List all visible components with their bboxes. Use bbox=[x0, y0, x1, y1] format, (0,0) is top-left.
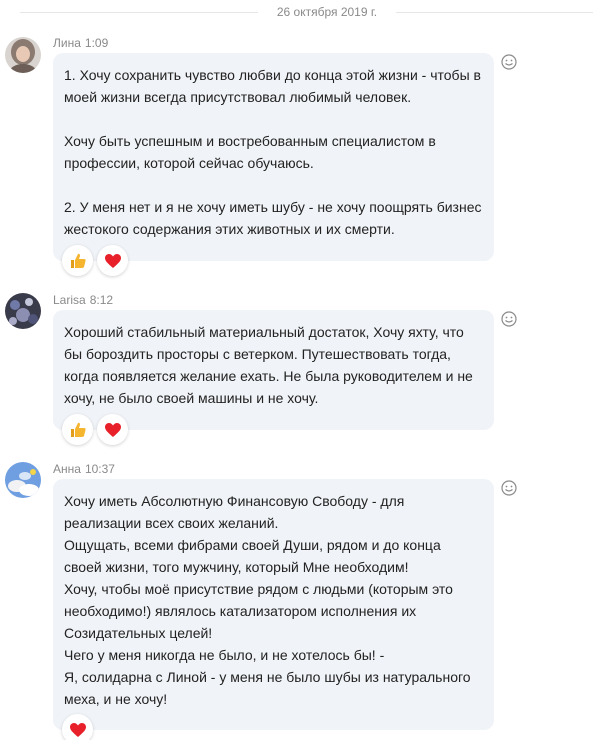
avatar[interactable] bbox=[5, 293, 41, 329]
emoji-reaction-icon[interactable] bbox=[500, 479, 518, 497]
heart-icon bbox=[104, 253, 121, 268]
reactions bbox=[62, 714, 93, 740]
reactions bbox=[62, 245, 128, 276]
thumbs-up-icon bbox=[70, 253, 86, 268]
chat-feed: 26 октября 2019 г. Лина 1:09 1. Хочу сох… bbox=[0, 0, 593, 740]
message-bubble: Хороший стабильный материальный достаток… bbox=[53, 310, 494, 430]
reaction-thumbs-up[interactable] bbox=[62, 414, 93, 445]
message-bubble: 1. Хочу сохранить чувство любви до конца… bbox=[53, 53, 494, 261]
thumbs-up-icon bbox=[70, 422, 86, 437]
emoji-reaction-icon[interactable] bbox=[500, 310, 518, 328]
message-time: 10:37 bbox=[84, 462, 115, 476]
reactions bbox=[62, 414, 128, 445]
message-meta: Анна 10:37 bbox=[53, 462, 115, 476]
avatar[interactable] bbox=[5, 37, 41, 73]
message-meta: Larisa 8:12 bbox=[53, 293, 113, 307]
message-text: Хочу иметь Абсолютную Финансовую Свободу… bbox=[64, 493, 471, 707]
message-text: 1. Хочу сохранить чувство любви до конца… bbox=[64, 67, 482, 237]
reaction-heart[interactable] bbox=[62, 714, 93, 740]
reaction-thumbs-up[interactable] bbox=[62, 245, 93, 276]
author-name[interactable]: Larisa bbox=[53, 293, 86, 307]
author-name[interactable]: Лина bbox=[53, 36, 81, 50]
reaction-heart[interactable] bbox=[97, 245, 128, 276]
date-label: 26 октября 2019 г. bbox=[276, 5, 378, 19]
message-meta: Лина 1:09 bbox=[53, 36, 108, 50]
author-name[interactable]: Анна bbox=[53, 462, 81, 476]
message-bubble: Хочу иметь Абсолютную Финансовую Свободу… bbox=[53, 479, 494, 730]
date-separator: 26 октября 2019 г. bbox=[0, 0, 593, 26]
emoji-reaction-icon[interactable] bbox=[500, 53, 518, 71]
heart-icon bbox=[69, 722, 86, 737]
avatar[interactable] bbox=[5, 462, 41, 498]
message-time: 8:12 bbox=[89, 293, 114, 307]
separator-line bbox=[396, 12, 593, 13]
reaction-heart[interactable] bbox=[97, 414, 128, 445]
message-text: Хороший стабильный материальный достаток… bbox=[64, 324, 473, 406]
separator-line bbox=[20, 12, 258, 13]
message-time: 1:09 bbox=[84, 36, 109, 50]
heart-icon bbox=[104, 422, 121, 437]
